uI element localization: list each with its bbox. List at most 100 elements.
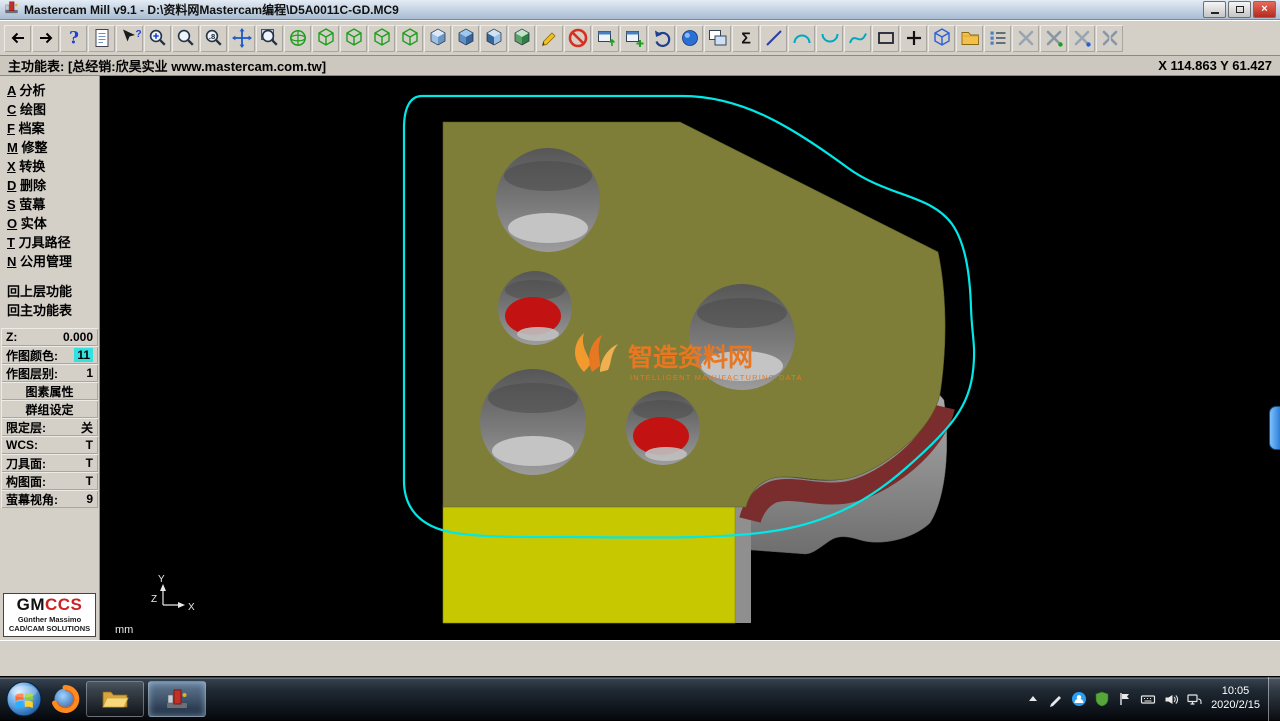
menu-item-x[interactable]: X 转换 (0, 157, 99, 176)
create-spline-button[interactable] (844, 25, 871, 52)
hidden-icons-tray-icon[interactable] (1025, 691, 1041, 707)
shade-full-button[interactable] (508, 25, 535, 52)
action-center-tray-icon[interactable] (1117, 691, 1133, 707)
main-toolbar: ?? .8 Σ (0, 20, 1280, 56)
menu-item-t[interactable]: T 刀具路径 (0, 233, 99, 252)
draw-color-field[interactable]: 作图颜色:11 (1, 346, 98, 364)
hole-large-3[interactable] (480, 369, 586, 475)
unzoom-08-button[interactable]: .8 (200, 25, 227, 52)
gview-front-button[interactable] (340, 25, 367, 52)
create-line-button[interactable] (760, 25, 787, 52)
trim-two-button[interactable] (1040, 25, 1067, 52)
file-open-button[interactable] (956, 25, 983, 52)
draw-level-field[interactable]: 作图层别:1 (1, 364, 98, 382)
mastercam-taskbar-button[interactable] (148, 681, 206, 717)
menu-item-c[interactable]: C 绘图 (0, 100, 99, 119)
trim-one-button[interactable] (1012, 25, 1039, 52)
gview-iso-button[interactable] (396, 25, 423, 52)
construction-plane-field[interactable]: 构图面:T (1, 472, 98, 490)
context-help-button[interactable]: ? (116, 25, 143, 52)
start-button[interactable] (2, 677, 46, 721)
shade-hidden-button[interactable] (452, 25, 479, 52)
svg-text:?: ? (69, 29, 79, 49)
create-fillet-button[interactable] (816, 25, 843, 52)
close-button[interactable]: × (1253, 1, 1276, 18)
screen-paste-button[interactable] (620, 25, 647, 52)
trim-three-button[interactable] (1068, 25, 1095, 52)
pan-button[interactable] (228, 25, 255, 52)
svg-text:?: ? (135, 29, 141, 40)
mastercam-icon (165, 687, 189, 711)
hole-red-1[interactable] (498, 271, 572, 345)
hole-large-1[interactable] (496, 148, 600, 252)
create-arc-button[interactable] (788, 25, 815, 52)
nav-forward-button[interactable] (32, 25, 59, 52)
create-rectangle-button[interactable] (872, 25, 899, 52)
browser-taskbar-icon[interactable] (46, 679, 84, 719)
trim-divide-button[interactable] (1096, 25, 1123, 52)
menu-item-a[interactable]: A 分析 (0, 81, 99, 100)
maximize-button[interactable] (1228, 1, 1251, 18)
shading-settings-button[interactable] (676, 25, 703, 52)
main-menu-list: A 分析C 绘图F 档案M 修整X 转换D 删除S 萤幕O 实体T 刀具路径N … (0, 81, 99, 271)
surface-edit-button[interactable] (536, 25, 563, 52)
clock-date: 2020/2/15 (1211, 699, 1260, 713)
menu-item-s[interactable]: S 萤幕 (0, 195, 99, 214)
zoom-in-button[interactable] (144, 25, 171, 52)
copy-window-button[interactable] (704, 25, 731, 52)
tool-plane-field[interactable]: 刀具面:T (1, 454, 98, 472)
minimize-button[interactable] (1203, 1, 1226, 18)
viewport-canvas[interactable]: 智造资料网 INTELLIGENT MANUFACTURING DATA Y Z… (100, 76, 1280, 640)
prompt-input-area (0, 640, 1280, 676)
explorer-taskbar-button[interactable] (86, 681, 144, 717)
part-front-side-wall[interactable] (735, 505, 751, 623)
shade-solid-button[interactable] (480, 25, 507, 52)
create-point-button[interactable] (900, 25, 927, 52)
main-menu-button[interactable]: 回主功能表 (0, 301, 99, 320)
mastercam-window: Mastercam Mill v9.1 - D:\资料网Mastercam编程\… (0, 0, 1280, 720)
zoom-target-button[interactable] (172, 25, 199, 52)
entity-attributes-field[interactable]: 图素属性 (1, 382, 98, 400)
gview-dynamic-button[interactable] (284, 25, 311, 52)
mastercam-app-icon (4, 0, 19, 20)
hole-red-2[interactable] (626, 391, 700, 465)
input-keyboard-tray-icon[interactable] (1140, 691, 1156, 707)
graphics-viewport[interactable]: 智造资料网 INTELLIGENT MANUFACTURING DATA Y Z… (100, 76, 1280, 640)
level-limit-field[interactable]: 限定层:关 (1, 418, 98, 436)
user-account-tray-icon[interactable] (1071, 691, 1087, 707)
menu-item-o[interactable]: O 实体 (0, 214, 99, 233)
gview-number-field[interactable]: 萤幕视角:9 (1, 490, 98, 508)
undo-button[interactable] (648, 25, 675, 52)
folder-icon (101, 688, 129, 710)
menu-item-f[interactable]: F 档案 (0, 119, 99, 138)
taskbar-clock[interactable]: 10:05 2020/2/15 (1211, 685, 1260, 713)
menu-back-button[interactable]: 回上层功能 (0, 282, 99, 301)
solids-button[interactable] (928, 25, 955, 52)
nav-back-button[interactable] (4, 25, 31, 52)
menu-item-d[interactable]: D 删除 (0, 176, 99, 195)
show-desktop-button[interactable] (1268, 677, 1280, 721)
zoom-window-button[interactable] (256, 25, 283, 52)
right-edge-scroll-tab[interactable] (1269, 406, 1280, 450)
gview-top-button[interactable] (312, 25, 339, 52)
analyze-report-button[interactable] (88, 25, 115, 52)
delete-button[interactable] (564, 25, 591, 52)
pen-tray-icon[interactable] (1048, 691, 1064, 707)
gview-side-button[interactable] (368, 25, 395, 52)
menu-item-m[interactable]: M 修整 (0, 138, 99, 157)
gmccs-logo: GMCCS Günther Massimo CAD/CAM SOLUTIONS (3, 593, 96, 637)
shade-wireframe-button[interactable] (424, 25, 451, 52)
menu-item-n[interactable]: N 公用管理 (0, 252, 99, 271)
network-tray-icon[interactable] (1186, 691, 1202, 707)
help-button[interactable]: ? (60, 25, 87, 52)
statistics-button[interactable]: Σ (732, 25, 759, 52)
screen-to-clipboard-button[interactable] (592, 25, 619, 52)
layers-list-button[interactable] (984, 25, 1011, 52)
volume-tray-icon[interactable] (1163, 691, 1179, 707)
part-yellow-block[interactable] (443, 505, 735, 623)
wcs-field[interactable]: WCS:T (1, 436, 98, 454)
svg-text:.8: .8 (208, 32, 214, 41)
group-settings-field[interactable]: 群组设定 (1, 400, 98, 418)
security-shield-tray-icon[interactable] (1094, 691, 1110, 707)
z-depth-field[interactable]: Z:0.000 (1, 328, 98, 346)
